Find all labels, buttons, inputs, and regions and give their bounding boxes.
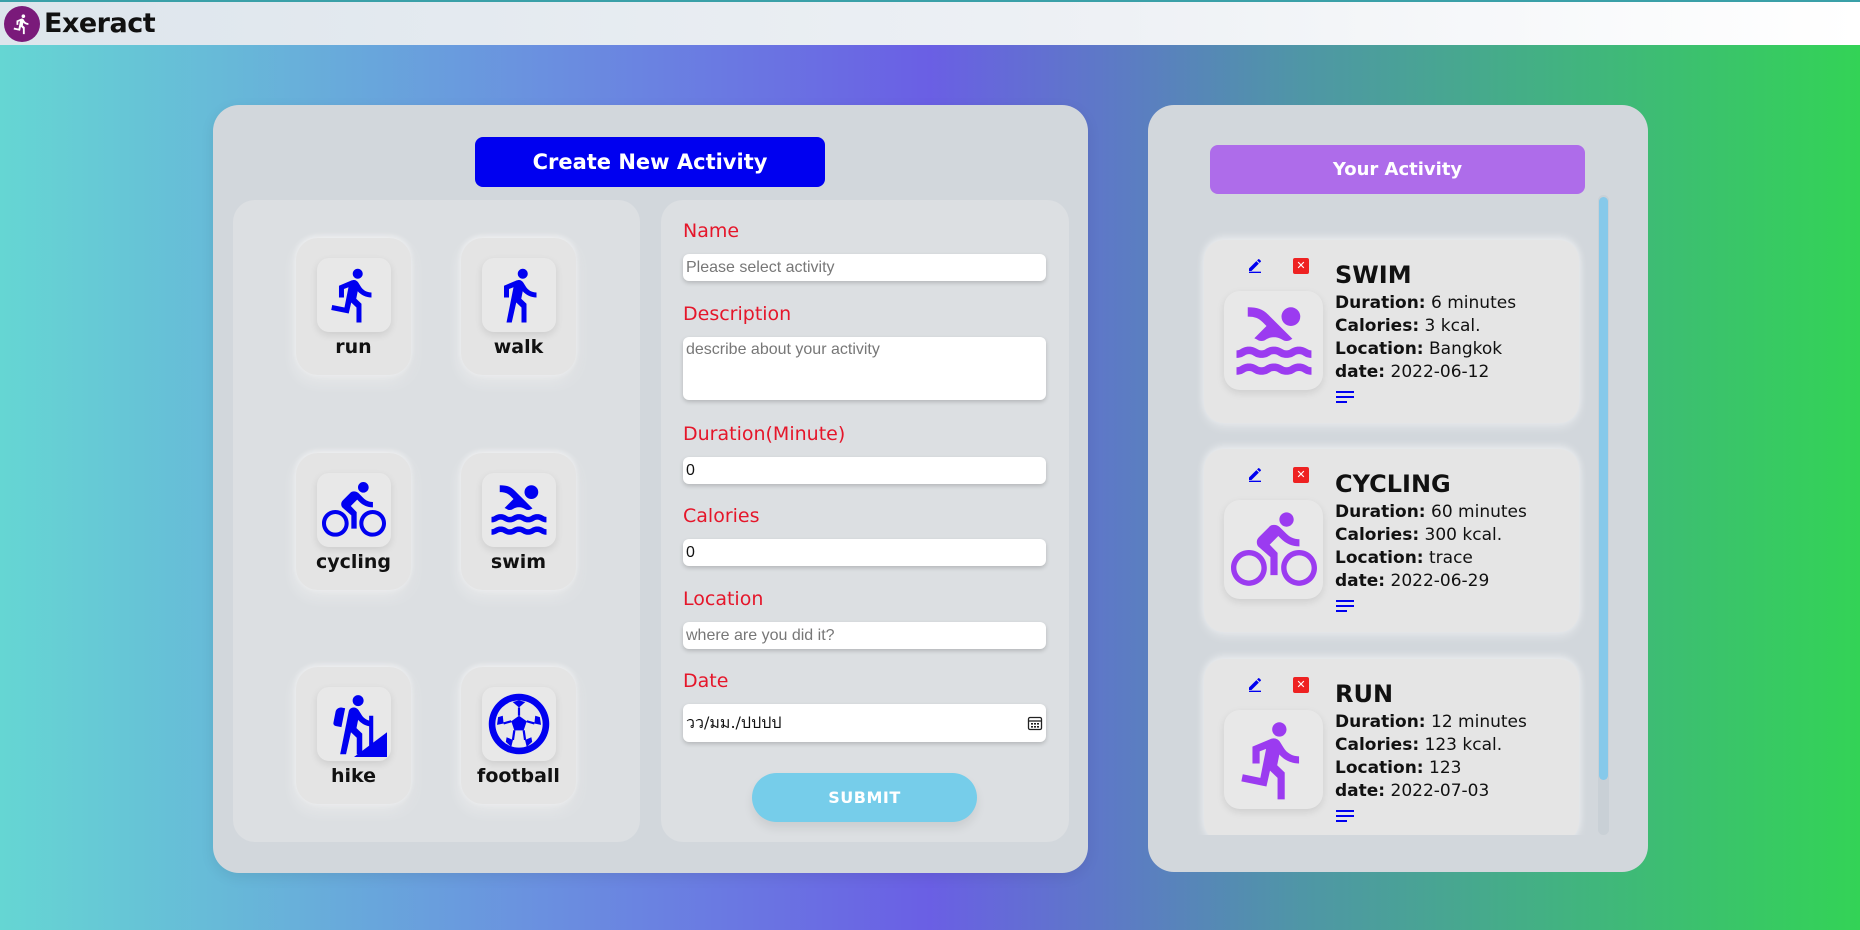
delete-icon[interactable]: ✕ (1293, 258, 1309, 274)
activity-card-swim: ✕ SWIM Duration: 6 minutes Calories: 3 k… (1204, 240, 1579, 423)
name-field[interactable]: Please select activity (683, 254, 1046, 281)
activity-card-location: Location: trace (1335, 548, 1473, 568)
activity-form: Name Please select activity Description … (661, 200, 1069, 842)
activity-card-date: date: 2022-07-03 (1335, 781, 1490, 801)
activity-tile-label: hike (330, 765, 377, 787)
activity-card-title: RUN (1335, 680, 1394, 708)
date-field[interactable]: วว/มม./ปปปป (683, 704, 1046, 742)
submit-button[interactable]: SUBMIT (752, 773, 977, 822)
top-bar: Exeract (0, 0, 1860, 45)
your-activity-button[interactable]: Your Activity (1210, 145, 1585, 194)
activity-card-location: Location: Bangkok (1335, 339, 1503, 359)
create-new-activity-button[interactable]: Create New Activity (475, 137, 825, 187)
activity-list[interactable]: ✕ SWIM Duration: 6 minutes Calories: 3 k… (1148, 195, 1648, 835)
activity-card-duration: Duration: 6 minutes (1335, 293, 1517, 313)
duration-field[interactable]: 0 (683, 457, 1046, 484)
delete-icon[interactable]: ✕ (1293, 467, 1309, 483)
app-title[interactable]: Exeract (44, 8, 156, 39)
activity-card-date: date: 2022-06-29 (1335, 571, 1490, 591)
activity-card-calories: Calories: 123 kcal. (1335, 735, 1503, 755)
name-label: Name (683, 220, 740, 242)
activity-tile-run[interactable]: run (296, 238, 411, 375)
hike-icon (321, 691, 387, 757)
activity-tile-swim[interactable]: swim (461, 453, 576, 590)
activity-card-run: ✕ RUN Duration: 12 minutes Calories: 123… (1204, 659, 1579, 835)
activity-list-scrollbar[interactable] (1598, 195, 1609, 835)
walk-icon (489, 265, 549, 325)
activity-tile-label: swim (490, 551, 547, 573)
notes-icon[interactable] (1336, 390, 1354, 404)
scrollbar-thumb[interactable] (1599, 197, 1608, 780)
date-field-value: วว/มม./ปปปป (686, 712, 782, 732)
activity-card-duration: Duration: 12 minutes (1335, 712, 1527, 732)
notes-icon[interactable] (1336, 809, 1354, 823)
run-icon (1231, 717, 1317, 803)
notes-icon[interactable] (1336, 599, 1354, 613)
activity-tile-label: football (477, 765, 560, 787)
edit-icon[interactable] (1246, 465, 1264, 483)
description-field[interactable]: describe about your activity (683, 337, 1046, 400)
activity-tile-label: cycling (315, 551, 392, 573)
activity-type-grid: run walk cycling swim hike football (233, 200, 640, 842)
activity-tile-walk[interactable]: walk (461, 238, 576, 375)
football-icon (488, 693, 549, 755)
date-label: Date (683, 670, 729, 692)
activity-tile-label: walk (493, 336, 544, 358)
activity-card-title: SWIM (1335, 261, 1412, 289)
edit-icon[interactable] (1246, 675, 1264, 693)
delete-icon[interactable]: ✕ (1293, 677, 1309, 693)
location-label: Location (683, 588, 764, 610)
cycling-icon (322, 478, 386, 542)
description-label: Description (683, 303, 792, 325)
activity-card-location: Location: 123 (1335, 758, 1462, 778)
activity-card-title: CYCLING (1335, 470, 1451, 498)
calories-field[interactable]: 0 (683, 539, 1046, 566)
your-activity-panel: Your Activity ✕ SWIM Duration: 6 minutes… (1148, 105, 1648, 872)
activity-card-cycling: ✕ CYCLING Duration: 60 minutes Calories:… (1204, 449, 1579, 632)
run-icon (324, 265, 384, 325)
activity-card-calories: Calories: 300 kcal. (1335, 525, 1503, 545)
activity-card-duration: Duration: 60 minutes (1335, 502, 1527, 522)
swim-icon (1229, 296, 1319, 386)
activity-tile-football[interactable]: football (461, 667, 576, 804)
app-logo-icon[interactable] (4, 5, 40, 42)
activity-card-calories: Calories: 3 kcal. (1335, 316, 1481, 336)
swim-icon (486, 477, 552, 543)
calories-label: Calories (683, 505, 760, 527)
activity-tile-hike[interactable]: hike (296, 667, 411, 804)
location-field[interactable]: where are you did it? (683, 622, 1046, 649)
duration-label: Duration(Minute) (683, 423, 846, 445)
calendar-icon[interactable] (1027, 715, 1043, 731)
activity-card-date: date: 2022-06-12 (1335, 362, 1490, 382)
activity-tile-cycling[interactable]: cycling (296, 453, 411, 590)
edit-icon[interactable] (1246, 256, 1264, 274)
cycling-icon (1231, 507, 1317, 593)
activity-tile-label: run (335, 336, 372, 358)
create-activity-panel: Create New Activity run walk cycling swi… (213, 105, 1088, 873)
